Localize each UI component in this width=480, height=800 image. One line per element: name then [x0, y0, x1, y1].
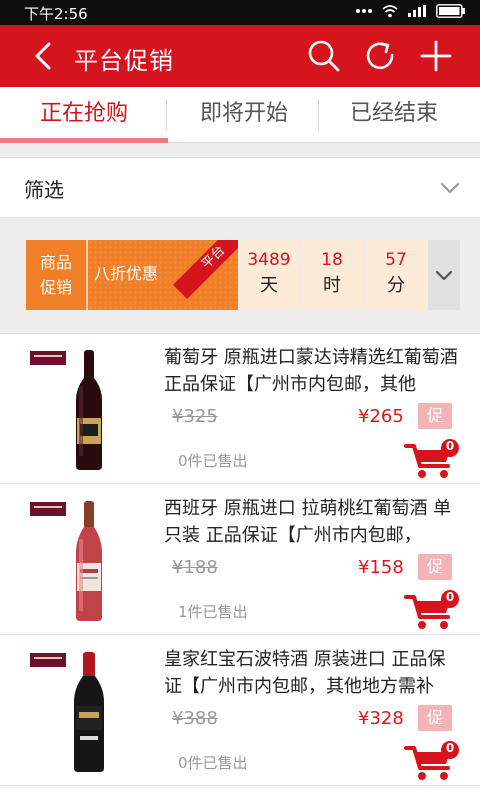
original-price: ¥388 [172, 708, 218, 729]
filter-bar[interactable]: 筛选 [0, 157, 480, 218]
product-name: 皇家红宝石波特酒 原装进口 正品保证【广州市内包邮，其他地方需补 [164, 649, 446, 697]
promo-type-line2: 促销 [39, 278, 72, 297]
tab-ended[interactable]: 已经结束 [314, 87, 474, 143]
product-image-red-wine [30, 350, 102, 470]
countdown-days-unit: 天 [260, 275, 278, 296]
sold-count: 1件已售出 [178, 603, 248, 621]
promo-banner[interactable]: 商品 促销 八折优惠 平台 3489 天 18 时 57 分 [26, 240, 460, 310]
page-title: 平台促销 [74, 47, 174, 75]
back-icon[interactable] [26, 38, 62, 74]
search-icon[interactable] [306, 38, 342, 74]
more-dots-icon [356, 9, 372, 13]
product-image-port-wine [30, 652, 104, 772]
product-name: 葡萄牙 原瓶进口蒙达诗精选红葡萄酒 正品保证【广州市内包邮，其他 [164, 347, 458, 395]
sale-price: ¥328 [358, 708, 404, 729]
countdown-hours: 18 时 [301, 240, 363, 310]
cart-count-badge: 0 [445, 741, 455, 755]
product-item[interactable]: 西班牙 原瓶进口 拉萌桃红葡萄酒 单只装 正品保证【广州市内包邮， ¥188 ¥… [0, 485, 480, 635]
chevron-down-icon [440, 182, 460, 194]
sale-price: ¥265 [358, 406, 404, 427]
sold-count: 0件已售出 [178, 754, 248, 772]
tab-ongoing[interactable]: 正在抢购 [4, 87, 164, 143]
promo-type: 商品 促销 [26, 240, 87, 310]
promo-type-line1: 商品 [39, 253, 72, 272]
status-bar: 下午2:56 [0, 0, 480, 25]
promo-name: 八折优惠 平台 [88, 240, 238, 310]
promo-tag: 促 [418, 705, 452, 731]
cart-count-badge: 0 [445, 590, 455, 604]
product-list: 葡萄牙 原瓶进口蒙达诗精选红葡萄酒 正品保证【广州市内包邮，其他 ¥325 ¥2… [0, 333, 480, 800]
countdown-hours-value: 18 [321, 250, 343, 270]
sale-price: ¥158 [358, 557, 404, 578]
tab-bar: 正在抢购 即将开始 已经结束 [0, 87, 480, 143]
filter-label: 筛选 [24, 178, 64, 202]
add-to-cart-button[interactable]: 0 [404, 589, 460, 631]
app-bar: 平台促销 [0, 25, 480, 87]
promo-tag: 促 [418, 554, 452, 580]
wifi-icon [382, 5, 398, 18]
sold-count: 0件已售出 [178, 452, 248, 470]
status-icons [356, 4, 466, 18]
add-to-cart-button[interactable]: 0 [404, 740, 460, 782]
product-item[interactable]: 皇家红宝石波特酒 原装进口 正品保证【广州市内包邮，其他地方需补 ¥388 ¥3… [0, 636, 480, 786]
refresh-icon[interactable] [362, 38, 398, 74]
cart-count-badge: 0 [445, 439, 455, 453]
countdown-days: 3489 天 [239, 240, 299, 310]
chevron-down-icon [435, 270, 453, 281]
battery-icon [436, 4, 465, 18]
countdown-hours-unit: 时 [323, 275, 341, 296]
platform-ribbon: 平台 [172, 240, 238, 300]
original-price: ¥188 [172, 557, 218, 578]
signal-icon [408, 5, 426, 17]
countdown-minutes: 57 分 [365, 240, 427, 310]
tab-upcoming[interactable]: 即将开始 [164, 87, 324, 143]
original-price: ¥325 [172, 406, 218, 427]
promo-tag: 促 [418, 403, 452, 429]
product-name: 西班牙 原瓶进口 拉萌桃红葡萄酒 单只装 正品保证【广州市内包邮， [164, 498, 452, 546]
product-item[interactable]: 葡萄牙 原瓶进口蒙达诗精选红葡萄酒 正品保证【广州市内包邮，其他 ¥325 ¥2… [0, 334, 480, 484]
active-tab-indicator [0, 138, 168, 143]
countdown-minutes-value: 57 [385, 250, 407, 270]
promo-name-text: 八折优惠 [94, 264, 159, 283]
promo-expand-button[interactable] [428, 240, 460, 310]
product-image-rose-wine [30, 501, 102, 621]
status-time: 下午2:56 [24, 5, 88, 23]
countdown-minutes-unit: 分 [387, 275, 405, 296]
countdown-days-value: 3489 [247, 250, 291, 270]
add-to-cart-button[interactable]: 0 [404, 438, 460, 480]
add-icon[interactable] [418, 38, 454, 74]
